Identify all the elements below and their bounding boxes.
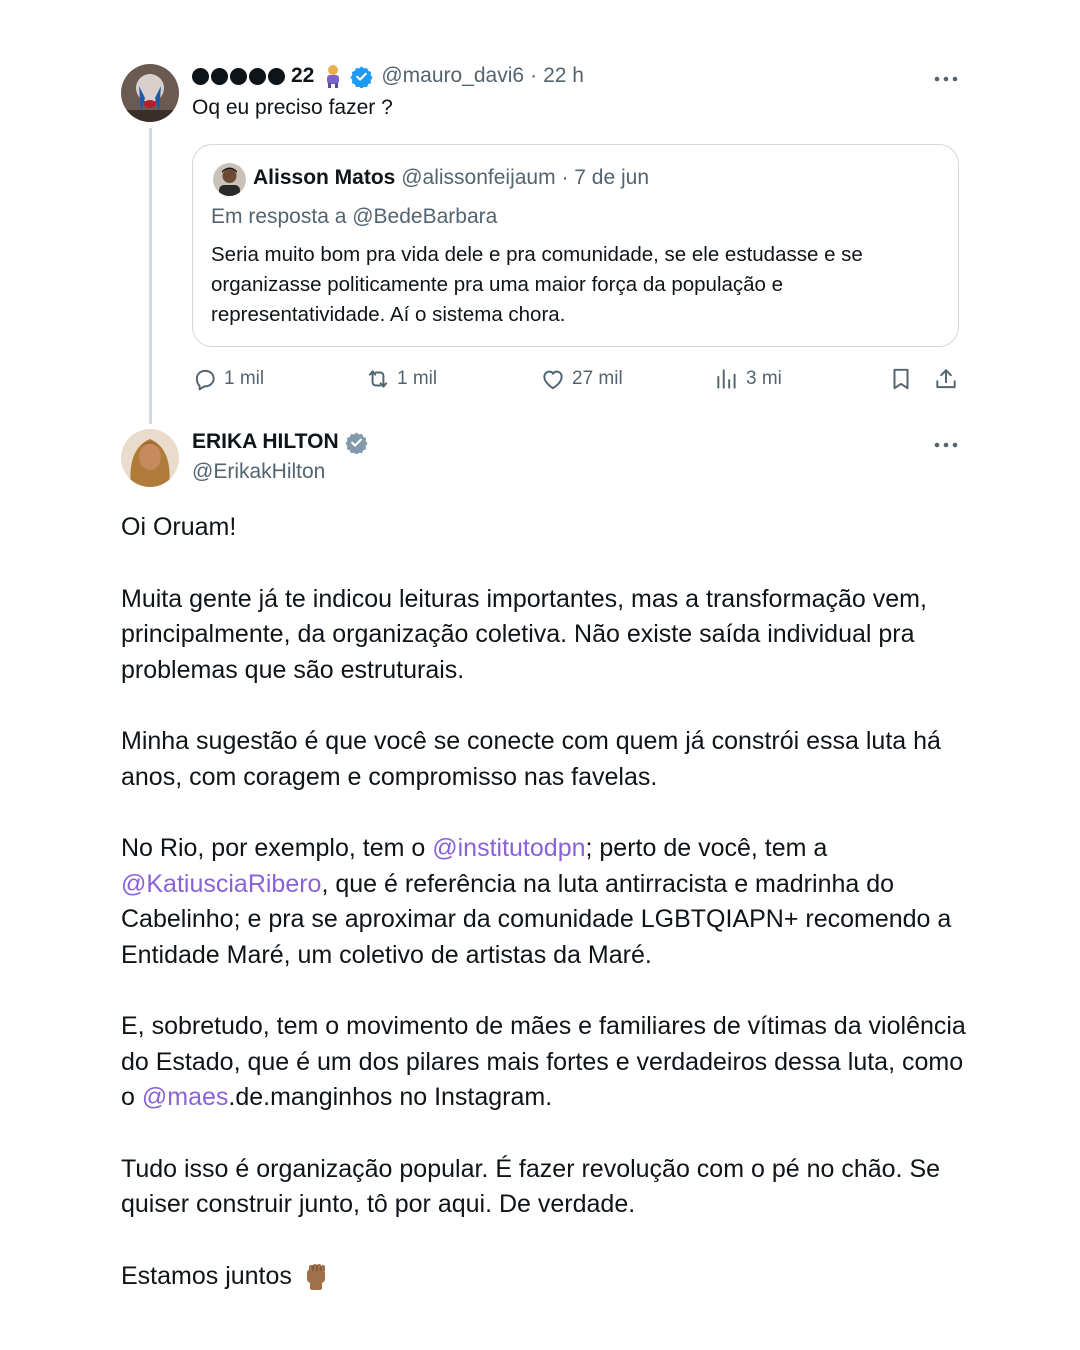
separator: ·: [530, 64, 538, 87]
main-author-handle[interactable]: @ErikakHilton: [192, 460, 325, 484]
views-action[interactable]: 3 mi: [714, 366, 782, 392]
text-run: No Rio, por exemplo, tem o: [121, 834, 433, 862]
main-tweet-body: Oi Oruam! Muita gente já te indicou leit…: [121, 510, 981, 1330]
display-name-emoji-circles[interactable]: [192, 67, 285, 85]
quoted-text-line: representatividade. Aí o sistema chora.: [211, 303, 566, 326]
mention-maes[interactable]: @maes: [142, 1083, 229, 1111]
reply-count: 1 mil: [224, 368, 265, 389]
retweet-icon: [365, 366, 391, 392]
main-author-name[interactable]: ERIKA HILTON: [192, 430, 339, 454]
retweet-action[interactable]: 1 mil: [365, 366, 437, 392]
person-emoji: [322, 64, 344, 88]
paragraph: E, sobretudo, tem o movimento de mães e …: [121, 1009, 981, 1116]
reply-icon: [192, 366, 218, 392]
quoted-date[interactable]: 7 de jun: [574, 166, 649, 189]
views-count: 3 mi: [746, 368, 782, 389]
paragraph: Oi Oruam!: [121, 513, 237, 541]
quoted-handle[interactable]: @alissonfeijaum: [401, 166, 555, 189]
like-count: 27 mil: [572, 368, 623, 389]
quoted-reply-to[interactable]: Em resposta a @BedeBarbara: [211, 205, 497, 229]
reply-header: 22 @mauro_davi6 · 22 h: [192, 64, 584, 88]
paragraph: Minha sugestão é que você se conecte com…: [121, 727, 941, 791]
text-run: Estamos juntos: [121, 1261, 292, 1290]
display-name-suffix[interactable]: 22: [291, 64, 314, 88]
text-run: .de.manginhos no Instagram.: [228, 1083, 553, 1111]
main-header: ERIKA HILTON: [192, 430, 368, 454]
reply-text: Oq eu preciso fazer ?: [192, 96, 393, 119]
quoted-text-line: Seria muito bom pra vida dele e pra comu…: [211, 243, 863, 266]
reply-time[interactable]: 22 h: [543, 64, 584, 88]
bookmark-icon[interactable]: [888, 366, 914, 397]
paragraph: Tudo isso é organização popular. É fazer…: [121, 1154, 941, 1219]
raised-fist-emoji: [300, 1260, 332, 1292]
thread-line: [149, 128, 152, 424]
quoted-text: Seria muito bom pra vida dele e pra comu…: [211, 240, 863, 330]
avatar-erika[interactable]: [121, 429, 179, 487]
more-options-icon[interactable]: [934, 433, 958, 457]
mention-katiusciaribero[interactable]: @KatiusciaRibero: [121, 870, 321, 898]
share-icon[interactable]: [933, 366, 959, 397]
text-run: ; perto de você, tem a: [585, 834, 828, 862]
like-icon: [540, 366, 566, 392]
quoted-text-line: organizasse politicamente pra uma maior …: [211, 273, 784, 296]
quoted-name[interactable]: Alisson Matos: [253, 166, 395, 189]
avatar-mauro[interactable]: [121, 64, 179, 122]
avatar-alisson[interactable]: [213, 163, 246, 196]
like-action[interactable]: 27 mil: [540, 366, 623, 392]
reply-handle[interactable]: @mauro_davi6: [381, 64, 524, 88]
separator: ·: [561, 166, 569, 189]
reply-action[interactable]: 1 mil: [192, 366, 264, 392]
paragraph: Muita gente já te indicou leituras impor…: [121, 584, 927, 684]
verified-badge-gray-icon: [345, 431, 368, 454]
verified-badge-icon: [350, 65, 373, 88]
quoted-header: Alisson Matos @alissonfeijaum · 7 de jun: [253, 166, 649, 190]
retweet-count: 1 mil: [397, 368, 438, 389]
paragraph: Estamos juntos: [121, 1259, 981, 1295]
more-options-icon[interactable]: [934, 67, 958, 91]
mention-institutodpn[interactable]: @institutodpn: [432, 834, 585, 862]
paragraph: No Rio, por exemplo, tem o @institutodpn…: [121, 831, 981, 973]
views-icon: [714, 366, 740, 392]
